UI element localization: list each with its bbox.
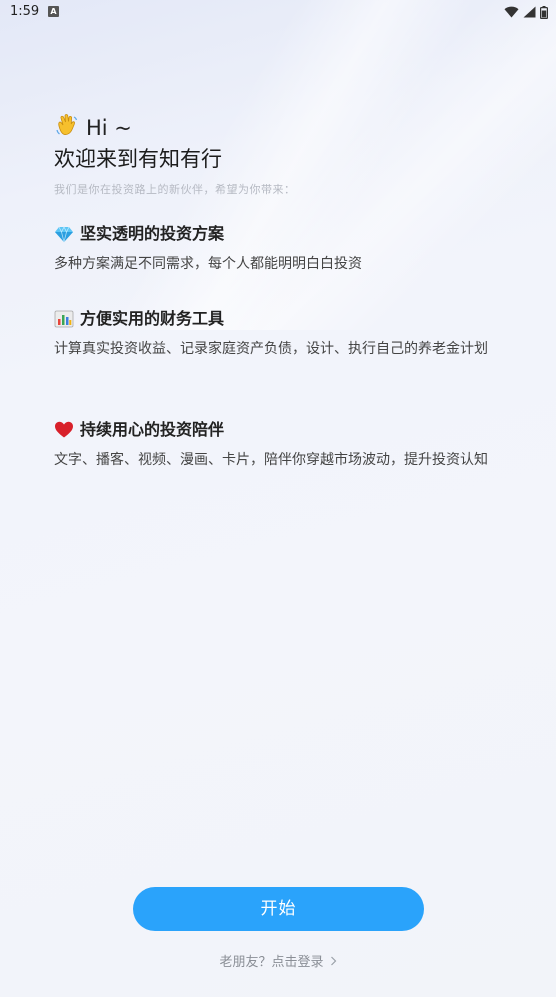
feature-item: 坚实透明的投资方案 多种方案满足不同需求，每个人都能明明白白投资 (54, 223, 514, 278)
greeting-row: Hi ~ (54, 112, 514, 144)
page-title: 欢迎来到有知有行 (54, 147, 222, 171)
login-link[interactable]: 老朋友？点击登录 (0, 951, 556, 970)
login-link-label: 老朋友？点击登录 (219, 955, 324, 970)
waving-hand-icon (54, 112, 80, 144)
status-bar: 1:59 A (0, 0, 556, 24)
greeting-text: Hi ~ (86, 116, 132, 140)
feature-item: 持续用心的投资陪伴 文字、播客、视频、漫画、卡片，陪伴你穿越市场波动，提升投资认… (54, 419, 514, 474)
start-button[interactable]: 开始 (133, 887, 424, 931)
feature-title-row: 持续用心的投资陪伴 (54, 419, 514, 441)
feature-title-row: 坚实透明的投资方案 (54, 223, 514, 245)
status-icons (504, 4, 548, 20)
feature-description: 文字、播客、视频、漫画、卡片，陪伴你穿越市场波动，提升投资认知 (54, 452, 488, 468)
signal-icon (523, 6, 536, 18)
feature-description: 多种方案满足不同需求，每个人都能明明白白投资 (54, 256, 362, 272)
page-subtitle: 我们是你在投资路上的新伙伴，希望为你带来： (54, 183, 296, 196)
feature-title: 方便实用的财务工具 (80, 309, 225, 328)
feature-item: 方便实用的财务工具 计算真实投资收益、记录家庭资产负债，设计、执行自己的养老金计… (54, 308, 514, 363)
status-time: 1:59 (10, 4, 40, 19)
feature-description: 计算真实投资收益、记录家庭资产负债，设计、执行自己的养老金计划 (54, 341, 488, 357)
battery-icon (540, 5, 548, 19)
gem-icon (54, 224, 74, 244)
wifi-icon (504, 6, 519, 18)
heart-icon (54, 420, 74, 440)
welcome-hero: Hi ~ 欢迎来到有知有行 我们是你在投资路上的新伙伴，希望为你带来： (54, 112, 514, 197)
feature-title-row: 方便实用的财务工具 (54, 308, 514, 330)
feature-title: 持续用心的投资陪伴 (80, 420, 225, 439)
notification-badge: A (48, 6, 59, 17)
feature-title: 坚实透明的投资方案 (80, 224, 225, 243)
bar-chart-icon (54, 309, 74, 329)
chevron-right-icon (330, 955, 337, 969)
